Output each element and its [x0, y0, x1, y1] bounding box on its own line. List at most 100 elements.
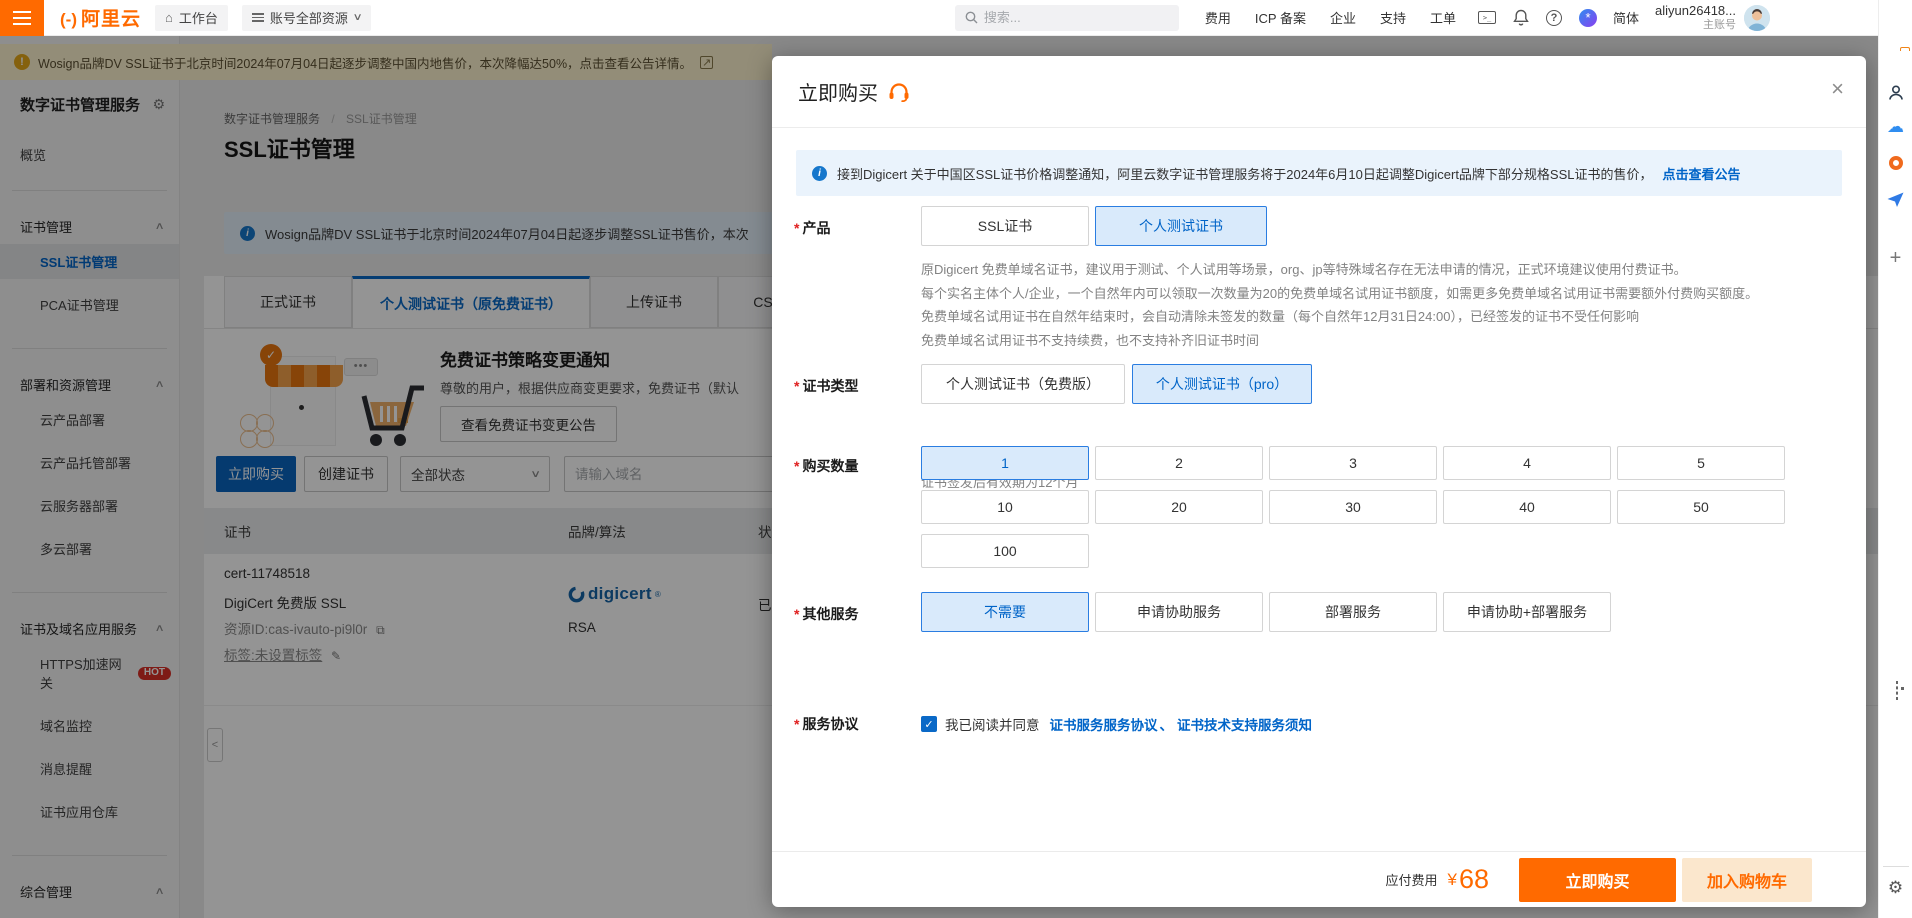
quantity-option-30[interactable]: 30: [1269, 490, 1437, 524]
fee-amount: 68: [1459, 864, 1489, 895]
option-label: 4: [1523, 455, 1531, 471]
nav-item-icp[interactable]: ICP 备案: [1255, 8, 1306, 27]
view-announcement-link[interactable]: 点击查看公告: [1663, 164, 1741, 183]
desc-line-1: 原Digicert 免费单域名证书，建议用于测试、个人试用等场景，org、jp等…: [921, 258, 1758, 282]
option-label: 2: [1175, 455, 1183, 471]
required-mark: *: [794, 378, 799, 394]
product-label: *产品: [794, 218, 918, 238]
notification-bell-icon[interactable]: [1513, 9, 1529, 26]
quantity-option-4[interactable]: 4: [1443, 446, 1611, 480]
close-icon[interactable]: ×: [1831, 78, 1844, 100]
fee-label: 应付费用: [1385, 870, 1437, 889]
required-mark: *: [794, 716, 799, 732]
toolbar-divider: [1883, 866, 1909, 867]
plus-icon[interactable]: +: [1890, 248, 1902, 268]
cloud-icon[interactable]: ☁: [1887, 118, 1904, 135]
resources-label: 账号全部资源: [270, 8, 348, 27]
option-label: SSL证书: [978, 216, 1032, 236]
account-info[interactable]: aliyun26418... 主账号: [1655, 3, 1736, 32]
desc-line-2: 每个实名主体个人/企业，一个自然年内可以领取一次数量为20的免费单域名试用证书额…: [921, 282, 1758, 306]
option-label: 5: [1697, 455, 1705, 471]
cert-type-option-free[interactable]: 个人测试证书（免费版）: [921, 364, 1125, 404]
service-option-assist-deploy[interactable]: 申请协助+部署服务: [1443, 592, 1611, 632]
nav-item-tickets[interactable]: 工单: [1430, 8, 1456, 27]
option-label: 30: [1345, 499, 1361, 515]
hamburger-menu-icon[interactable]: [0, 0, 44, 36]
language-switch[interactable]: 简体: [1613, 8, 1639, 27]
agreement-row: ✓ 我已阅读并同意 证书服务服务协议 、 证书技术支持服务须知: [921, 714, 1312, 734]
quantity-option-5[interactable]: 5: [1617, 446, 1785, 480]
label-text: 服务协议: [802, 716, 858, 732]
quantity-option-10[interactable]: 10: [921, 490, 1089, 524]
drawer-price-notice: i 接到Digicert 关于中国区SSL证书价格调整通知，阿里云数字证书管理服…: [796, 150, 1842, 196]
desc-line-4: 免费单域名试用证书不支持续费，也不支持补齐旧证书时间: [921, 329, 1758, 353]
workbench-button[interactable]: ⌂ 工作台: [155, 5, 228, 31]
avatar-face-icon: [1744, 5, 1770, 31]
account-resources-button[interactable]: 账号全部资源 ∨: [242, 5, 371, 31]
aliyun-logo[interactable]: (-) 阿里云: [60, 4, 141, 31]
quantity-option-50[interactable]: 50: [1617, 490, 1785, 524]
screenshot-icon[interactable]: [1896, 681, 1898, 700]
currency-symbol: ¥: [1447, 870, 1456, 890]
drawer-footer: 应付费用 ¥ 68 立即购买 加入购物车: [772, 851, 1866, 907]
drawer-buy-now-button[interactable]: 立即购买: [1519, 858, 1676, 902]
cert-type-option-pro[interactable]: 个人测试证书（pro）: [1132, 364, 1312, 404]
required-mark: *: [794, 458, 799, 474]
service-agreement-link[interactable]: 证书服务服务协议: [1050, 714, 1158, 734]
service-option-assist[interactable]: 申请协助服务: [1095, 592, 1263, 632]
quantity-option-2[interactable]: 2: [1095, 446, 1263, 480]
agreement-checkbox[interactable]: ✓: [921, 716, 937, 732]
option-label: 20: [1171, 499, 1187, 515]
add-to-cart-button[interactable]: 加入购物车: [1682, 858, 1812, 902]
product-option-personal-test[interactable]: 个人测试证书: [1095, 206, 1267, 246]
contact-person-icon[interactable]: [1887, 84, 1904, 101]
record-ring-icon[interactable]: [1889, 156, 1903, 170]
drawer-title: 立即购买: [798, 77, 878, 106]
service-option-none[interactable]: 不需要: [921, 592, 1089, 632]
nav-item-support[interactable]: 支持: [1380, 8, 1406, 27]
navbar-menu: 费用 ICP 备案 企业 支持 工单: [1205, 8, 1456, 27]
tech-support-notice-link[interactable]: 证书技术支持服务须知: [1177, 714, 1312, 734]
cloudshell-icon[interactable]: >_: [1478, 11, 1496, 24]
nav-item-billing[interactable]: 费用: [1205, 8, 1231, 27]
cert-type-label: *证书类型: [794, 376, 918, 396]
quantity-option-3[interactable]: 3: [1269, 446, 1437, 480]
label-text: 产品: [802, 220, 830, 236]
search-icon: [965, 11, 978, 24]
option-label: 个人测试证书（pro）: [1156, 374, 1288, 394]
quantity-label: *购买数量: [794, 456, 918, 476]
help-icon[interactable]: ?: [1546, 10, 1562, 26]
send-plane-icon[interactable]: [1887, 192, 1904, 208]
quantity-option-40[interactable]: 40: [1443, 490, 1611, 524]
option-label: 申请协助服务: [1137, 602, 1221, 622]
workbench-label: 工作台: [179, 8, 218, 27]
info-icon: i: [812, 166, 827, 181]
ai-assistant-icon[interactable]: *: [1579, 9, 1597, 27]
agreement-label: *服务协议: [794, 714, 918, 734]
quantity-option-1[interactable]: 1: [921, 446, 1089, 480]
required-mark: *: [794, 220, 799, 236]
navbar-icons: >_ ? *: [1478, 9, 1597, 27]
service-option-deploy[interactable]: 部署服务: [1269, 592, 1437, 632]
top-navbar: (-) 阿里云 ⌂ 工作台 账号全部资源 ∨ 费用 ICP 备案 企业 支持 工…: [0, 0, 1878, 36]
product-description: 原Digicert 免费单域名证书，建议用于测试、个人试用等场景，org、jp等…: [921, 258, 1758, 352]
option-label: 申请协助+部署服务: [1467, 602, 1587, 622]
drawer-price-notice-text: 接到Digicert 关于中国区SSL证书价格调整通知，阿里云数字证书管理服务将…: [837, 164, 1653, 183]
services-label: *其他服务: [794, 604, 918, 624]
agreement-text: 我已阅读并同意: [945, 714, 1040, 734]
option-label: 个人测试证书（免费版）: [946, 374, 1100, 394]
nav-item-enterprise[interactable]: 企业: [1330, 8, 1356, 27]
option-label: 部署服务: [1325, 602, 1381, 622]
purchase-drawer: 立即购买 × i 接到Digicert 关于中国区SSL证书价格调整通知，阿里云…: [772, 56, 1866, 907]
option-label: 3: [1349, 455, 1357, 471]
settings-gear-icon[interactable]: ⚙: [1888, 878, 1903, 898]
label-text: 证书类型: [802, 378, 858, 394]
avatar[interactable]: [1744, 5, 1770, 31]
quantity-option-20[interactable]: 20: [1095, 490, 1263, 524]
search-input[interactable]: [984, 10, 1154, 25]
global-search[interactable]: [955, 5, 1179, 31]
product-option-ssl[interactable]: SSL证书: [921, 206, 1089, 246]
headset-support-icon[interactable]: [888, 82, 910, 102]
label-text: 其他服务: [802, 606, 858, 622]
quantity-option-100[interactable]: 100: [921, 534, 1089, 568]
